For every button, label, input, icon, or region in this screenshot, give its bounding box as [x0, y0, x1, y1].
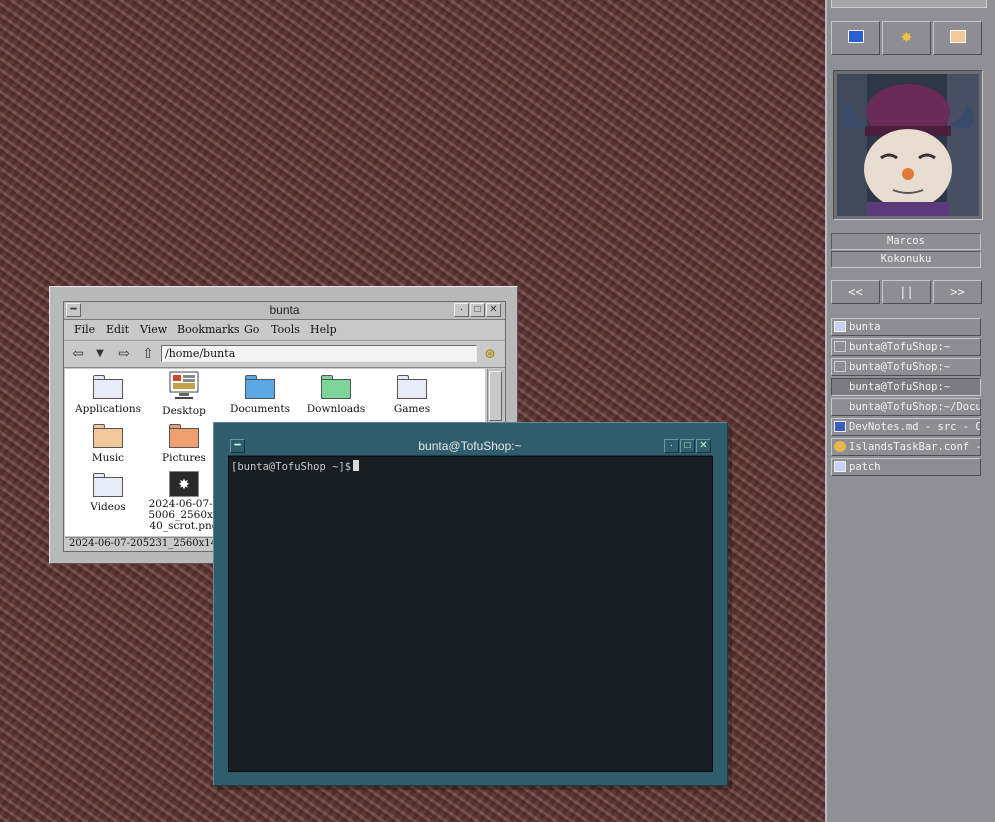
terminal-icon — [834, 381, 846, 392]
panel-top-strip — [831, 0, 987, 8]
next-button[interactable]: >> — [933, 280, 982, 304]
text-cursor — [353, 460, 360, 471]
name-label: Marcos — [831, 233, 981, 250]
launcher-app-menu[interactable]: ✸ — [882, 21, 931, 55]
window-title: bunta@TofuShop:~ — [418, 439, 522, 453]
folder-icon — [949, 30, 966, 43]
app-launcher-icon: ✸ — [900, 30, 913, 46]
file-item-downloads[interactable]: Downloads — [298, 373, 374, 415]
task-item[interactable]: bunta@TofuShop:~/Docur — [831, 398, 981, 416]
toolbar: ⇦ ▼ ⇨ ⇧ /home/bunta ⊛ — [64, 341, 505, 368]
file-item-music[interactable]: Music — [70, 422, 146, 464]
close-button[interactable]: ✕ — [696, 439, 711, 453]
launcher-file-manager[interactable] — [933, 21, 982, 55]
folder-icon — [245, 375, 275, 399]
shell-prompt: [bunta@TofuShop ~]$ — [231, 461, 352, 473]
task-item-active[interactable]: bunta@TofuShop:~ — [831, 378, 981, 396]
minimize-button[interactable]: · — [454, 303, 469, 317]
file-item-documents[interactable]: Documents — [222, 373, 298, 415]
menu-tools[interactable]: Tools — [271, 323, 300, 336]
config-file-icon — [834, 441, 846, 452]
terminal-titlebar[interactable]: ━ bunta@TofuShop:~ · □ ✕ — [228, 437, 712, 456]
task-item[interactable]: DevNotes.md - src - C — [831, 418, 981, 436]
desktop-icon — [169, 371, 199, 399]
history-dropdown-icon[interactable]: ▼ — [92, 346, 108, 362]
window-list-icon — [847, 30, 864, 43]
pause-button[interactable]: || — [882, 280, 931, 304]
side-panel: ✸ Marcos Kokonuku << || >> bunta bunta@T… — [825, 0, 995, 822]
folder-icon — [93, 424, 123, 448]
terminal-window: ━ bunta@TofuShop:~ · □ ✕ [bunta@TofuShop… — [213, 422, 728, 786]
file-item-screenshot[interactable]: ✸ 2024-06-07-2 5006_2560x1 40_scrot.png — [146, 471, 222, 532]
folder-icon — [93, 473, 123, 497]
file-item-games[interactable]: Games — [374, 373, 450, 415]
terminal-icon — [834, 341, 846, 352]
previous-button[interactable]: << — [831, 280, 880, 304]
file-item-desktop[interactable]: Desktop — [146, 371, 222, 417]
minimize-button[interactable]: · — [664, 439, 679, 453]
menu-go[interactable]: Go — [244, 323, 259, 336]
maximize-button[interactable]: □ — [680, 439, 695, 453]
task-item[interactable]: patch — [831, 458, 981, 476]
window-title: bunta — [269, 303, 300, 317]
task-item[interactable]: IslandsTaskBar.conf - — [831, 438, 981, 456]
task-item[interactable]: bunta@TofuShop:~ — [831, 358, 981, 376]
menu-file[interactable]: File — [74, 323, 95, 336]
launcher-window-list[interactable] — [831, 21, 880, 55]
go-icon[interactable]: ⊛ — [482, 346, 498, 362]
terminal-icon — [834, 361, 846, 372]
avatar — [837, 74, 979, 216]
terminal-icon — [834, 401, 846, 412]
close-button[interactable]: ✕ — [486, 303, 501, 317]
menu-bookmarks[interactable]: Bookmarks — [177, 323, 240, 336]
folder-icon — [834, 321, 846, 332]
back-arrow-icon[interactable]: ⇦ — [70, 346, 86, 362]
location-label: Kokonuku — [831, 251, 981, 268]
folder-icon — [93, 375, 123, 399]
file-manager-titlebar[interactable]: ━ bunta · □ ✕ — [64, 302, 505, 320]
menu-bar: File Edit View Bookmarks Go Tools Help — [64, 320, 505, 341]
menu-edit[interactable]: Edit — [106, 323, 129, 336]
folder-icon — [321, 375, 351, 399]
image-thumbnail-icon: ✸ — [169, 471, 199, 497]
scrollbar-thumb[interactable] — [489, 371, 502, 421]
menu-help[interactable]: Help — [310, 323, 337, 336]
file-item-pictures[interactable]: Pictures — [146, 422, 222, 464]
terminal-content[interactable]: [bunta@TofuShop ~]$ — [228, 456, 713, 772]
folder-icon — [834, 461, 846, 472]
file-item-applications[interactable]: Applications — [70, 373, 146, 415]
up-arrow-icon[interactable]: ⇧ — [140, 346, 156, 362]
forward-arrow-icon[interactable]: ⇨ — [116, 346, 132, 362]
location-input[interactable]: /home/bunta — [161, 345, 477, 362]
file-item-videos[interactable]: Videos — [70, 471, 146, 513]
folder-icon — [397, 375, 427, 399]
text-editor-icon — [834, 421, 846, 432]
menu-view[interactable]: View — [140, 323, 167, 336]
avatar-frame — [833, 70, 983, 220]
task-item[interactable]: bunta — [831, 318, 981, 336]
maximize-button[interactable]: □ — [470, 303, 485, 317]
task-item[interactable]: bunta@TofuShop:~ — [831, 338, 981, 356]
folder-icon — [169, 424, 199, 448]
